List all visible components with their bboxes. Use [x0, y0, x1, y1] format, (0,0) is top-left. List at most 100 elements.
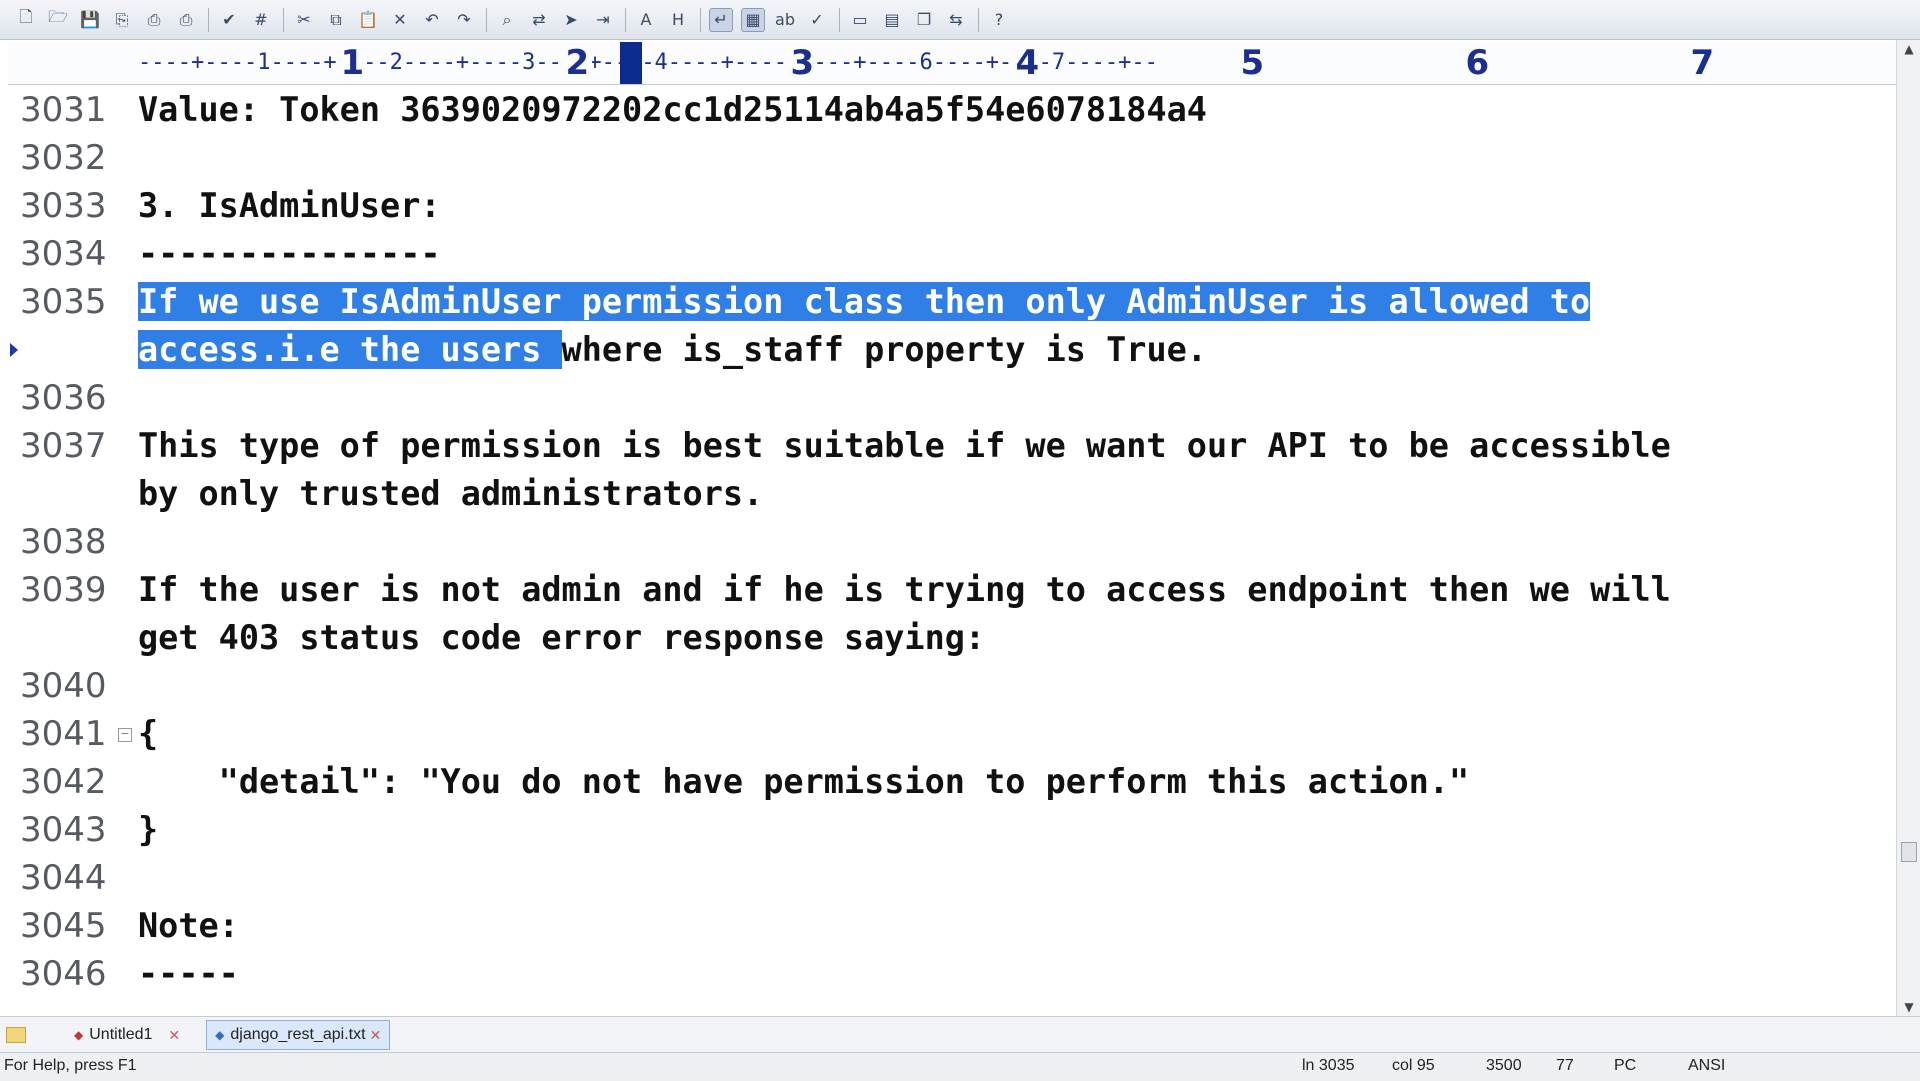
- indent-icon[interactable]: ⇥: [591, 8, 615, 32]
- ruler-number: 4: [1012, 42, 1043, 84]
- text-line[interactable]: {: [138, 710, 158, 758]
- spell-icon[interactable]: ab: [773, 8, 797, 32]
- text-line[interactable]: "detail": "You do not have permission to…: [138, 758, 1469, 806]
- toolbar-separator: [978, 7, 979, 32]
- text-line[interactable]: ---------------: [138, 230, 441, 278]
- tab-label: django_rest_api.txt: [230, 1026, 366, 1043]
- line-text: where is_staff property is True.: [561, 330, 1207, 369]
- fold-toggle-icon[interactable]: −: [118, 728, 132, 742]
- spell-check-icon[interactable]: ✔: [217, 8, 241, 32]
- print-icon[interactable]: ⎙: [174, 8, 198, 32]
- delete-icon[interactable]: ✕: [388, 8, 412, 32]
- ruler-number: 7: [1687, 42, 1718, 84]
- line-text: get 403 status code error response sayin…: [138, 618, 986, 657]
- line-number-gutter: 3031 3032 3033 3034 3035 3036 3037 3038 3039 3040…: [8, 86, 132, 1014]
- status-column: col 95: [1392, 1057, 1435, 1074]
- cut-icon[interactable]: ✂: [292, 8, 316, 32]
- print-preview-icon[interactable]: ⎙: [142, 8, 166, 32]
- toolbar-separator: [283, 7, 284, 32]
- line-number: 3041: [20, 714, 107, 754]
- hex-icon[interactable]: H: [666, 8, 690, 32]
- find-icon[interactable]: ⌕: [495, 8, 519, 32]
- line-text: If the user is not admin and if he is tr…: [138, 570, 1671, 609]
- check-icon[interactable]: ✓: [805, 8, 829, 32]
- text-line[interactable]: Note:: [138, 902, 239, 950]
- text-line[interactable]: }: [138, 806, 158, 854]
- folder-icon[interactable]: [6, 1027, 26, 1043]
- text-line[interactable]: get 403 status code error response sayin…: [138, 614, 985, 662]
- tab-django-rest-api[interactable]: ◆ django_rest_api.txt ✕: [206, 1020, 391, 1050]
- line-number: 3032: [20, 138, 107, 178]
- selected-text[interactable]: If we use IsAdminUser permission class t…: [138, 282, 1591, 321]
- vertical-scrollbar[interactable]: ▲ ▼: [1896, 40, 1920, 1016]
- word-wrap-icon[interactable]: ↵: [709, 7, 733, 32]
- ruler-number: 5: [1237, 42, 1268, 84]
- tab-untitled1[interactable]: ◆ Untitled1 ✕: [66, 1021, 188, 1049]
- window-icon[interactable]: ▭: [848, 8, 872, 32]
- line-number: 3040: [20, 666, 107, 706]
- redo-icon[interactable]: ↷: [452, 8, 476, 32]
- new-file-icon[interactable]: 🗋: [14, 7, 38, 32]
- tile-icon[interactable]: ▤: [880, 8, 904, 32]
- toggle-icon[interactable]: ⇆: [944, 8, 968, 32]
- column-mode-icon[interactable]: ▦: [741, 7, 765, 32]
- save-icon[interactable]: 💾: [78, 8, 102, 32]
- line-text: {: [138, 714, 159, 753]
- line-text: 3. IsAdminUser:: [138, 186, 441, 225]
- help-icon[interactable]: ?: [987, 8, 1011, 32]
- paste-icon[interactable]: 📋: [356, 8, 380, 32]
- save-all-icon[interactable]: ⎘: [110, 8, 134, 32]
- text-line[interactable]: 3. IsAdminUser:: [138, 182, 441, 230]
- undo-icon[interactable]: ↶: [420, 8, 444, 32]
- status-line: ln 3035: [1302, 1057, 1355, 1074]
- line-number: 3044: [20, 858, 107, 898]
- open-folder-icon[interactable]: 🗁: [46, 7, 70, 32]
- toolbar-separator: [700, 7, 701, 32]
- line-number: 3036: [20, 378, 107, 418]
- text-line[interactable]: -----: [138, 950, 239, 998]
- status-encoding: ANSI: [1688, 1057, 1726, 1074]
- line-number: 3031: [20, 90, 107, 130]
- line-text: "detail": "You do not have permission to…: [138, 762, 1470, 801]
- ruler-number: 2: [562, 42, 593, 84]
- current-line-marker-icon: [10, 343, 18, 357]
- text-line[interactable]: This type of permission is best suitable…: [138, 422, 1671, 470]
- line-number: 3035: [20, 282, 107, 322]
- line-number: 3045: [20, 906, 107, 946]
- line-number: 3038: [20, 522, 107, 562]
- close-tab-icon[interactable]: ✕: [370, 1027, 382, 1044]
- copy-icon[interactable]: ⧉: [324, 8, 348, 32]
- ruler-number: 3: [787, 42, 818, 84]
- goto-icon[interactable]: ➤: [559, 8, 583, 32]
- cascade-icon[interactable]: ❐: [912, 8, 936, 32]
- tab-label: Untitled1: [89, 1026, 153, 1043]
- text-line[interactable]: If we use IsAdminUser permission class t…: [138, 278, 1591, 326]
- font-icon[interactable]: A: [634, 8, 658, 32]
- toolbar-separator: [625, 7, 626, 32]
- ruler: ----+----1----+----2----+----3----+----4…: [8, 42, 1896, 85]
- document-icon: ◆: [215, 1028, 225, 1042]
- scroll-up-icon[interactable]: ▲: [1897, 40, 1920, 58]
- text-editor[interactable]: 3031 3032 3033 3034 3035 3036 3037 3038 3039 3040…: [8, 86, 1896, 1014]
- line-number: 3042: [20, 762, 107, 802]
- toolbar-separator: [486, 7, 487, 32]
- text-line[interactable]: access.i.e the users where is_staff prop…: [138, 326, 1207, 374]
- text-line[interactable]: by only trusted administrators.: [138, 470, 763, 518]
- scroll-down-icon[interactable]: ▼: [1897, 998, 1920, 1016]
- line-number: 3033: [20, 186, 107, 226]
- line-number: 3037: [20, 426, 107, 466]
- selected-text[interactable]: access.i.e the users: [138, 330, 562, 369]
- text-line[interactable]: Value: Token 3639020972202cc1d25114ab4a5…: [138, 86, 1207, 134]
- close-tab-icon[interactable]: ✕: [168, 1027, 180, 1044]
- line-text: Note:: [138, 906, 239, 945]
- toolbar: 🗋 🗁 💾 ⎘ ⎙ ⎙ ✔ # ✂ ⧉ 📋 ✕ ↶ ↷ ⌕ ⇄ ➤ ⇥ A H ↵ ▦ ab ✓ ▭ ▤ ❐ ⇆?: [0, 0, 1920, 40]
- ruler-cursor-indicator: [620, 42, 642, 84]
- replace-icon[interactable]: ⇄: [527, 8, 551, 32]
- line-number: 3046: [20, 954, 107, 994]
- line-number: 3034: [20, 234, 107, 274]
- text-line[interactable]: If the user is not admin and if he is tr…: [138, 566, 1671, 614]
- word-count-icon[interactable]: #: [249, 8, 273, 32]
- scrollbar-thumb[interactable]: [1901, 842, 1917, 862]
- status-total-lines: 3500: [1486, 1057, 1522, 1074]
- status-number: 77: [1556, 1057, 1574, 1074]
